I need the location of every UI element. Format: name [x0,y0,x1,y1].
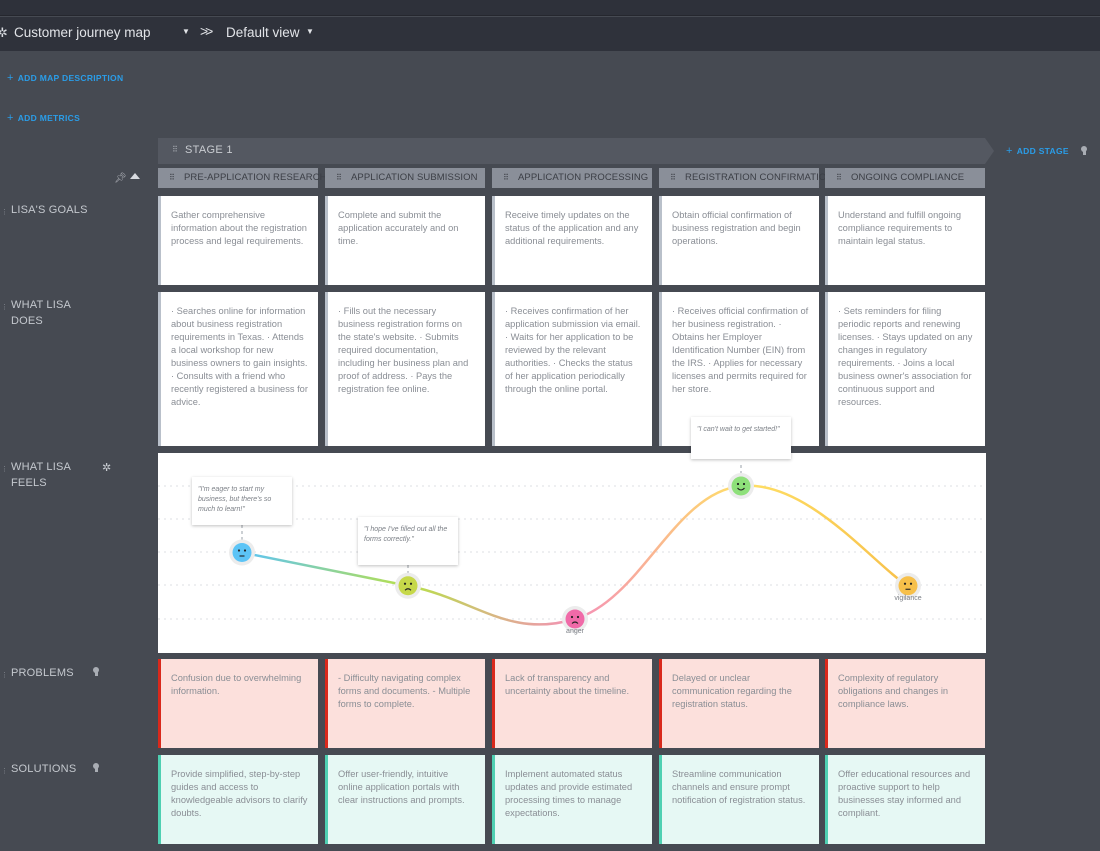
does-card[interactable]: · Sets reminders for filing periodic rep… [825,292,985,446]
step-label: ONGOING COMPLIANCE [851,172,965,183]
emotion-label: anger [566,628,584,635]
row-label-text: SOLUTIONS [11,763,77,775]
problems-card[interactable]: Complexity of regulatory obligations and… [825,659,985,748]
stage-label: STAGE 1 [185,144,233,156]
does-card[interactable]: · Receives confirmation of her applicati… [492,292,652,446]
row-label-text: WHAT LISA FEELS [11,461,71,489]
goals-card[interactable]: Gather comprehensive information about t… [158,196,318,285]
row-label-goals[interactable]: ⋮ LISA'S GOALS [1,202,101,218]
step-label: PRE-APPLICATION RESEARCH [184,172,327,183]
plus-icon: + [1006,145,1013,157]
row-label-feels[interactable]: ⋮ WHAT LISA FEELS [1,459,86,491]
problems-card[interactable]: Delayed or unclear communication regardi… [659,659,819,748]
gear-icon[interactable]: ✲ [0,25,11,41]
goals-card[interactable]: Understand and fulfill ongoing complianc… [825,196,985,285]
drag-handle-icon[interactable]: ⠿ [169,173,175,182]
feels-settings-gear-icon[interactable]: ✲ [102,461,111,474]
step-label: APPLICATION SUBMISSION [351,172,478,183]
view-selector[interactable]: Default view [226,25,300,40]
emotion-label: vigilance [894,594,922,602]
collapse-triangle-icon[interactable] [130,173,140,179]
drag-handle-icon[interactable]: ⠿ [503,173,509,182]
emotion-point-anger[interactable] [565,609,585,629]
lightbulb-icon[interactable] [93,667,99,676]
add-metrics-label: ADD METRICS [17,113,81,123]
drag-handle-icon[interactable]: ⠿ [172,145,178,154]
row-label-text: LISA'S GOALS [11,204,88,216]
add-stage-label: ADD STAGE [1016,146,1069,156]
add-stage-button[interactable]: + ADD STAGE [1006,145,1069,157]
drag-handle-icon[interactable]: ⠿ [670,173,676,182]
goals-card[interactable]: Obtain official confirmation of business… [659,196,819,285]
drag-handle-icon[interactable]: ⋮ [1,462,8,478]
step-header[interactable]: ⠿ APPLICATION PROCESSING [492,168,652,188]
solutions-card[interactable]: Offer educational resources and proactiv… [825,755,985,844]
drag-handle-icon[interactable]: ⋮ [1,764,8,780]
does-card[interactable]: · Fills out the necessary business regis… [325,292,485,446]
title-dropdown-caret-icon[interactable]: ▼ [182,27,190,36]
pin-icon[interactable]: 📌︎ [114,173,127,184]
add-map-description-label: ADD MAP DESCRIPTION [17,73,124,83]
emotion-quote[interactable]: "I'm eager to start my business, but the… [192,477,292,525]
plus-icon: + [7,112,14,124]
add-map-description-button[interactable]: + ADD MAP DESCRIPTION [7,72,123,84]
problems-card[interactable]: Confusion due to overwhelming informatio… [158,659,318,748]
view-dropdown-caret-icon[interactable]: ▼ [306,27,314,36]
step-header[interactable]: ⠿ REGISTRATION CONFIRMATION [659,168,833,188]
emotion-point-worry[interactable] [232,543,252,562]
map-title[interactable]: Customer journey map [14,25,151,40]
goals-card[interactable]: Complete and submit the application accu… [325,196,485,285]
header-bar: ✲ Customer journey map ▼ >> Default view… [0,17,1100,51]
row-label-solutions[interactable]: ⋮ SOLUTIONS [1,761,101,777]
emotion-quote[interactable]: "I can't wait to get started!" [691,417,791,459]
solutions-card[interactable]: Implement automated status updates and p… [492,755,652,844]
solutions-card[interactable]: Streamline communication channels and en… [659,755,819,844]
solutions-card[interactable]: Provide simplified, step-by-step guides … [158,755,318,844]
step-header[interactable]: ⠿ APPLICATION SUBMISSION [325,168,485,188]
emotion-point-frustration[interactable] [398,576,418,596]
emotion-chart: "I'm eager to start my business, but the… [158,417,986,653]
emotion-point-joy[interactable] [731,476,751,496]
problems-card[interactable]: Lack of transparency and uncertainty abo… [492,659,652,748]
step-header[interactable]: ⠿ ONGOING COMPLIANCE [825,168,985,188]
does-card[interactable]: · Searches online for information about … [158,292,318,446]
drag-handle-icon[interactable]: ⠿ [336,173,342,182]
goals-card[interactable]: Receive timely updates on the status of … [492,196,652,285]
window-top-strip [0,0,1100,16]
stage-header[interactable]: ⠿ STAGE 1 [158,138,994,164]
lightbulb-icon[interactable] [93,763,99,772]
emotion-point-vigilance[interactable] [898,576,918,596]
step-header[interactable]: ⠿ PRE-APPLICATION RESEARCH [158,168,327,188]
drag-handle-icon[interactable]: ⋮ [1,205,8,221]
row-label-does[interactable]: ⋮ WHAT LISA DOES [1,297,86,329]
step-label: REGISTRATION CONFIRMATION [685,172,834,183]
double-chevron-right-icon: >> [200,23,213,39]
drag-handle-icon[interactable]: ⋮ [1,668,8,684]
row-label-text: WHAT LISA DOES [11,299,71,327]
drag-handle-icon[interactable]: ⠿ [836,173,842,182]
solutions-card[interactable]: Offer user-friendly, intuitive online ap… [325,755,485,844]
add-metrics-button[interactable]: + ADD METRICS [7,112,80,124]
emotion-curve [241,484,909,626]
plus-icon: + [7,72,14,84]
row-label-text: PROBLEMS [11,667,74,679]
step-label: APPLICATION PROCESSING [518,172,649,183]
problems-card[interactable]: - Difficulty navigating complex forms an… [325,659,485,748]
row-label-problems[interactable]: ⋮ PROBLEMS [1,665,101,681]
drag-handle-icon[interactable]: ⋮ [1,300,8,316]
emotion-quote[interactable]: "I hope I've filled out all the forms co… [358,517,458,565]
lightbulb-icon[interactable] [1081,146,1087,155]
